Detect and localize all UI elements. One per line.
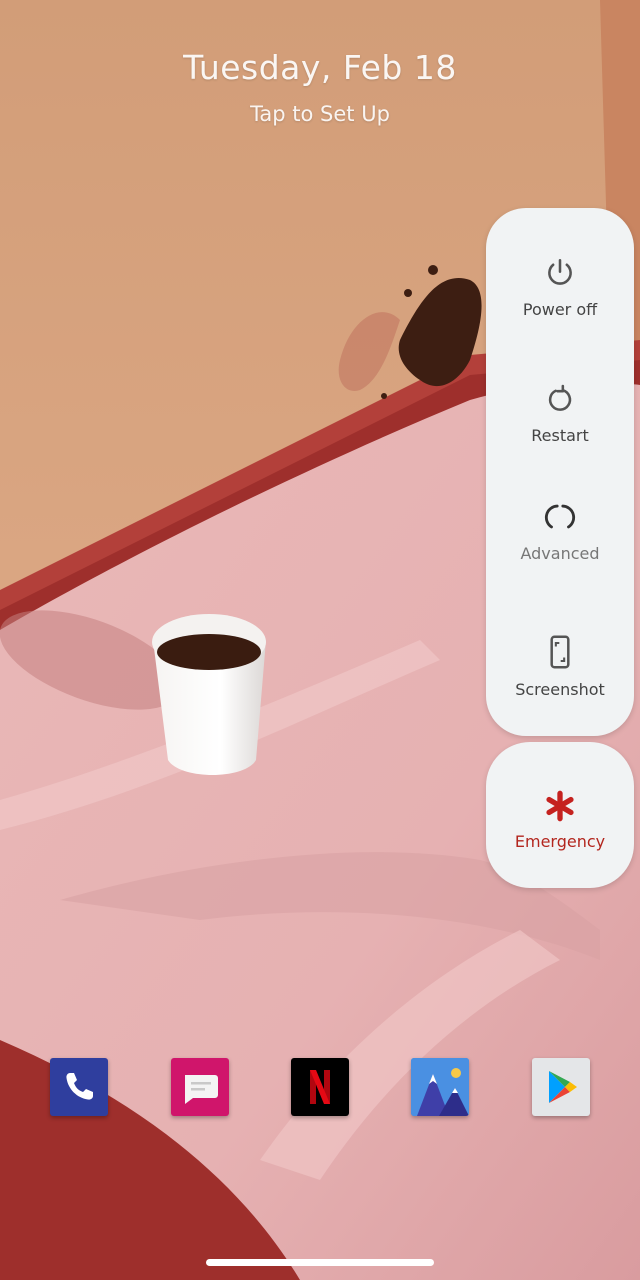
play-store-app-icon[interactable] [532,1058,590,1116]
play-store-icon [549,1071,577,1103]
messages-icon [185,1075,218,1104]
home-indicator[interactable] [206,1259,434,1266]
advanced-button[interactable]: Advanced [486,500,634,563]
emergency-button[interactable]: Emergency [486,742,634,888]
tap-to-set-up[interactable]: Tap to Set Up [0,102,640,126]
emergency-label: Emergency [514,832,606,851]
advanced-label: Advanced [520,544,600,563]
lockscreen-date: Tuesday, Feb 18 [183,48,457,87]
power-off-button[interactable]: Power off [486,256,634,319]
restart-icon [548,384,572,411]
restart-label: Restart [531,426,589,445]
emergency-content: Emergency [486,790,634,851]
screenshot-button[interactable]: Screenshot [486,634,634,699]
netflix-icon [310,1070,330,1104]
power-icon [548,258,572,285]
gallery-icon [411,1058,469,1116]
netflix-app-icon[interactable] [291,1058,349,1116]
gallery-app-icon[interactable] [411,1058,469,1116]
power-off-label: Power off [522,300,598,319]
phone-app-icon[interactable] [50,1058,108,1116]
phone-icon [66,1073,93,1100]
advanced-icon [544,504,576,529]
restart-button[interactable]: Restart [486,382,634,445]
screenshot-label: Screenshot [515,680,605,699]
messages-app-icon[interactable] [171,1058,229,1116]
medical-asterisk-icon [546,790,574,822]
power-menu: Power off Restart Advanced Screenshot [486,208,634,736]
screenshot-icon [550,635,570,669]
